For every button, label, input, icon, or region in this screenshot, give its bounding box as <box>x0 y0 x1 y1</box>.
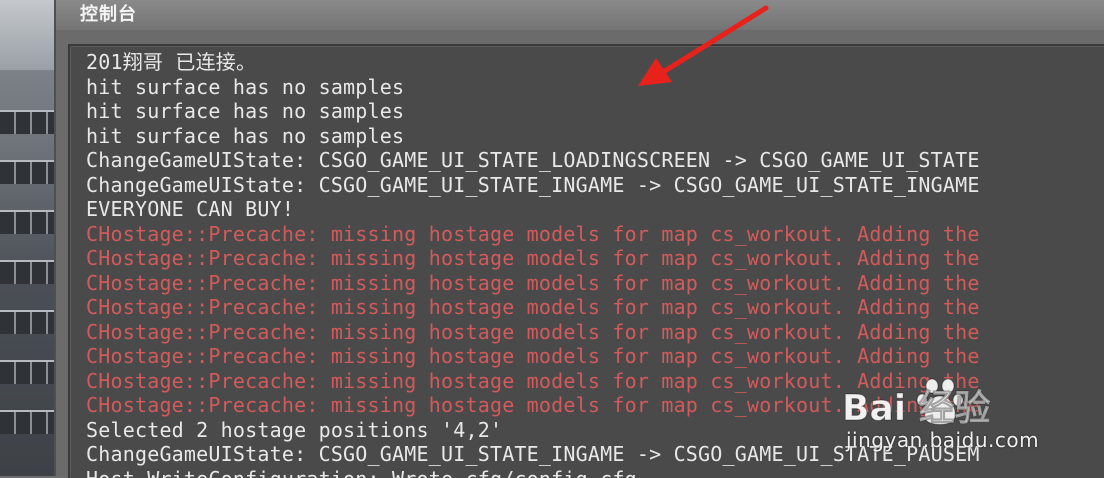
console-error-line: CHostage::Precache: missing hostage mode… <box>86 295 980 320</box>
watermark-url: jingyan.baidu.com <box>846 428 1039 452</box>
console-error-line: CHostage::Precache: missing hostage mode… <box>86 271 980 296</box>
console-line: hit surface has no samples <box>86 99 980 124</box>
baidu-watermark: Bai 经验 jingyan.baidu.com <box>838 358 1068 468</box>
console-line: 201翔哥 已连接。 <box>86 50 980 75</box>
console-line: hit surface has no samples <box>86 124 980 149</box>
red-arrow-icon <box>630 0 780 95</box>
console-line: hit surface has no samples <box>86 75 980 100</box>
console-line: ChangeGameUIState: CSGO_GAME_UI_STATE_LO… <box>86 148 980 173</box>
window-title: 控制台 <box>80 0 137 26</box>
console-line: ChangeGameUIState: CSGO_GAME_UI_STATE_IN… <box>86 173 980 198</box>
console-line: EVERYONE CAN BUY! <box>86 197 980 222</box>
console-line: Host_WriteConfiguration: Wrote cfg/confi… <box>86 467 980 478</box>
console-titlebar[interactable]: 控制台 <box>56 0 1104 30</box>
console-error-line: CHostage::Precache: missing hostage mode… <box>86 222 980 247</box>
console-error-line: CHostage::Precache: missing hostage mode… <box>86 246 980 271</box>
console-error-line: CHostage::Precache: missing hostage mode… <box>86 320 980 345</box>
baidu-logo-text: Bai 经验 <box>838 384 1068 428</box>
watermark-logo-text: Bai 经验 <box>842 388 991 428</box>
